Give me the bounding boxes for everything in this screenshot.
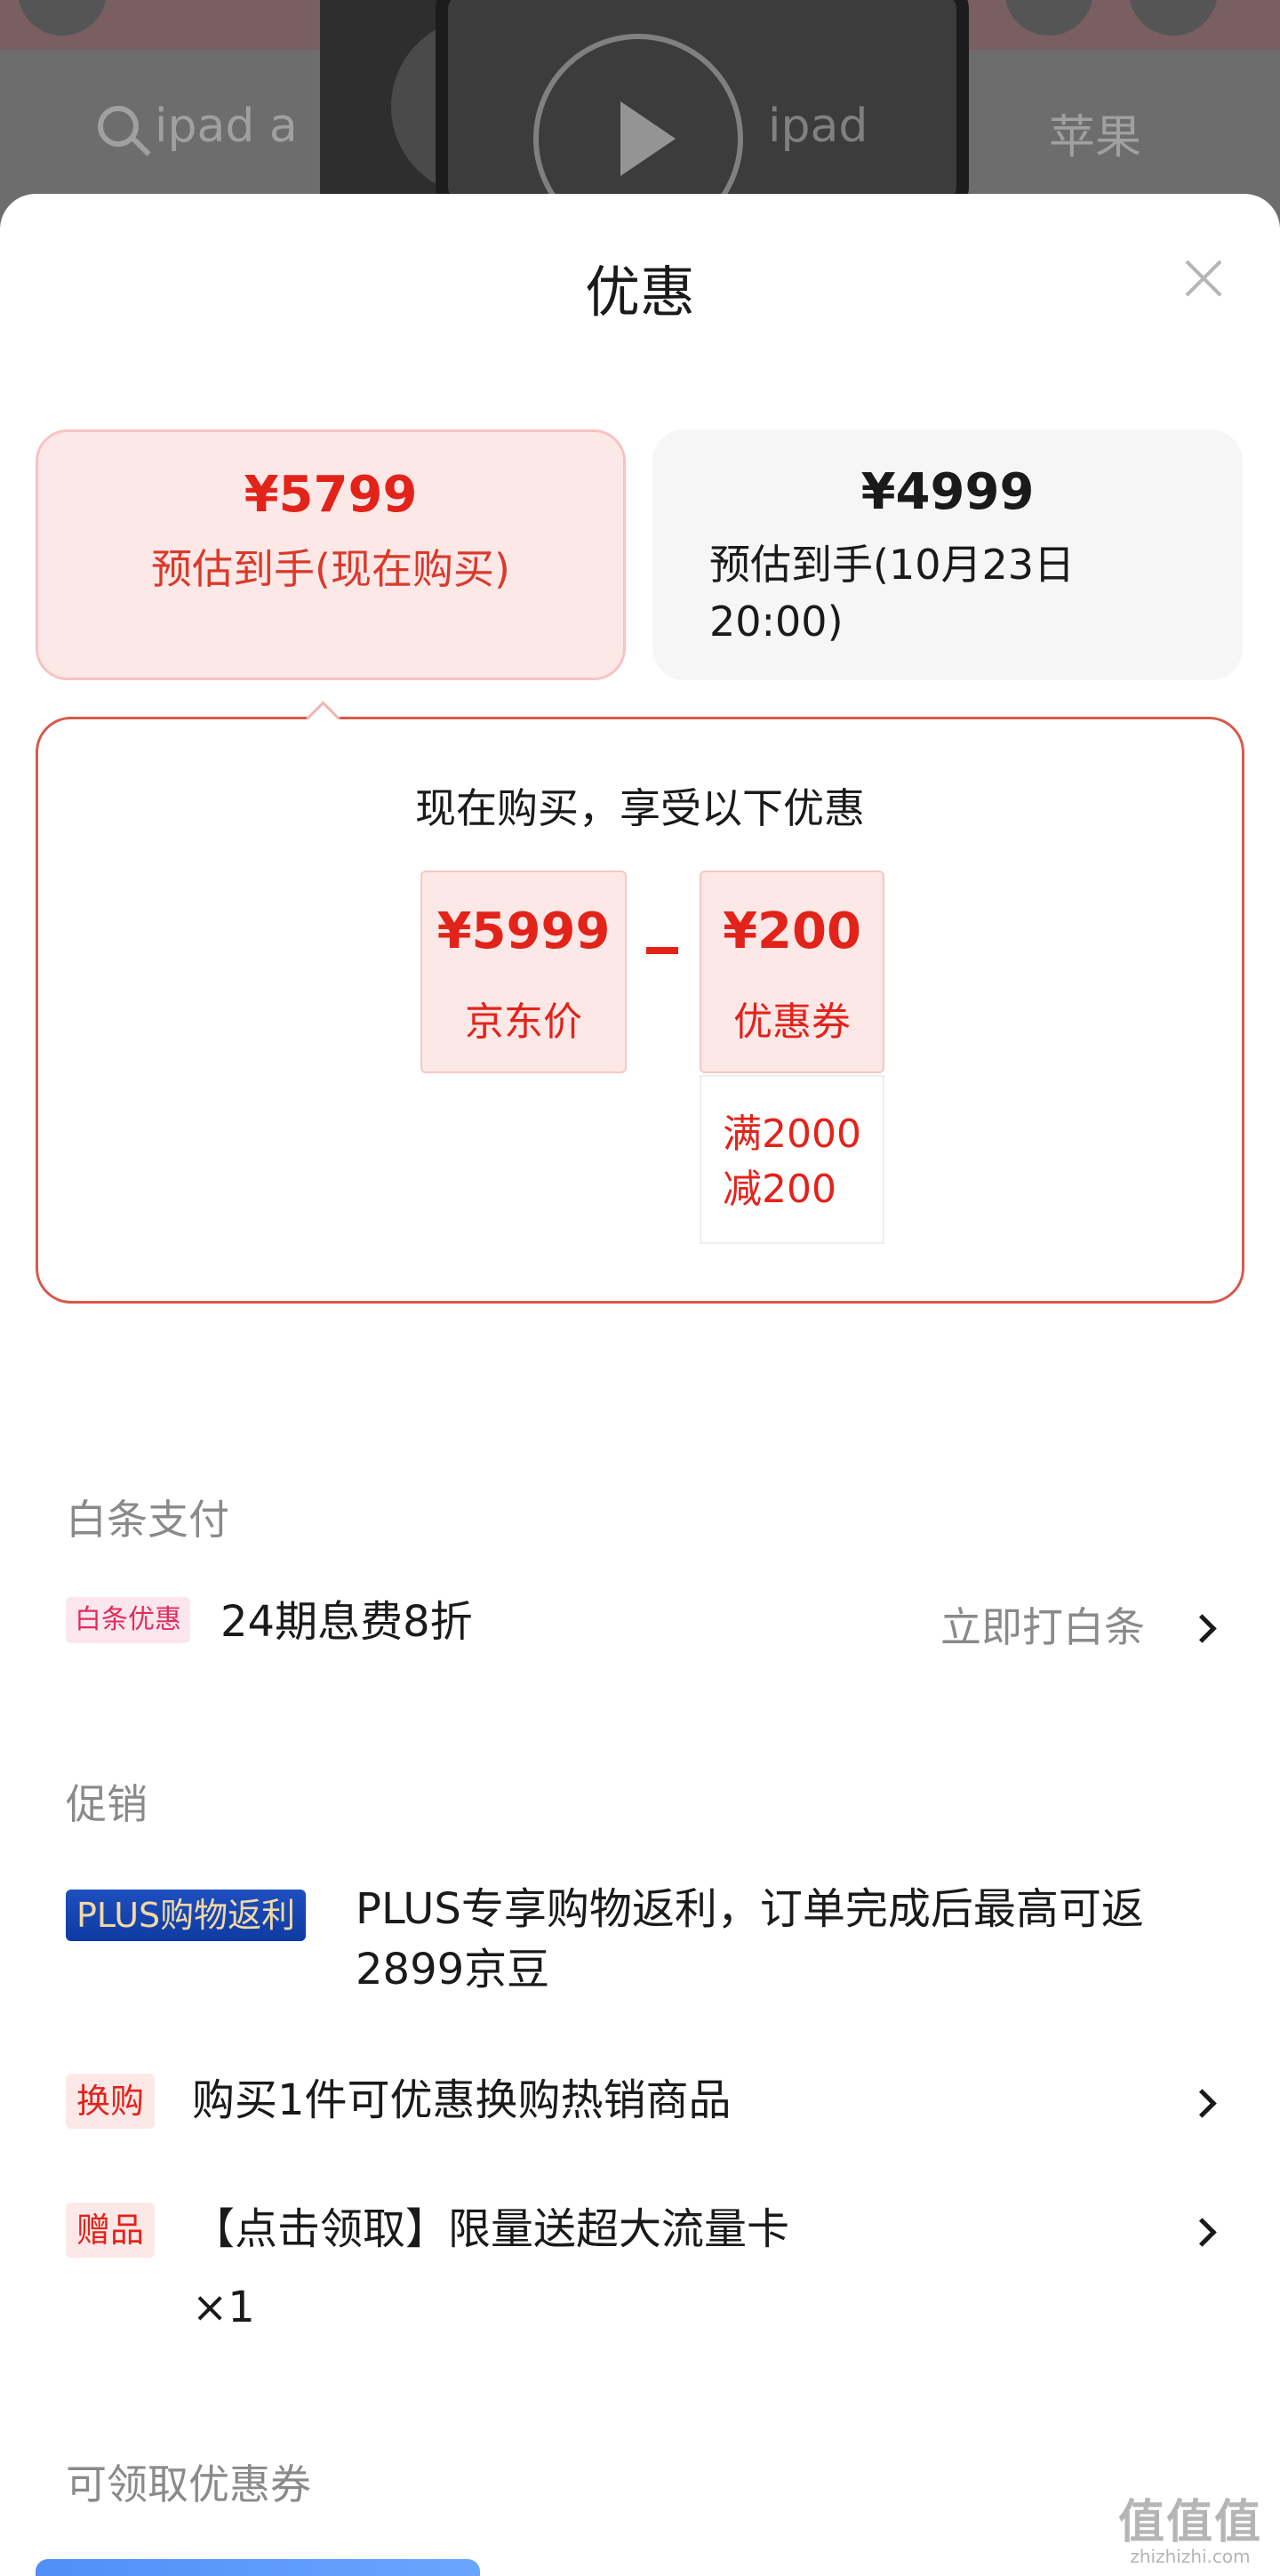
background-search-text: ipad a — [155, 100, 298, 153]
jd-price-box: ¥5999 京东价 — [420, 871, 627, 1073]
chevron-right-icon — [1188, 1614, 1217, 1643]
gift-tag: 赠品 — [66, 2203, 156, 2258]
baitiao-action[interactable]: 立即打白条 — [940, 1595, 1145, 1654]
coupons-header: 可领取优惠券 — [66, 2460, 311, 2508]
watermark-logo: 值值值 — [1117, 2496, 1262, 2549]
sheet-title: 优惠 — [584, 260, 695, 325]
close-icon[interactable] — [1177, 251, 1230, 304]
promo-item-gift[interactable]: 赠品 【点击领取】限量送超大流量卡 ×1 — [66, 2199, 1221, 2332]
search-icon — [98, 106, 139, 147]
discount-sheet: 优惠 ¥5799 预估到手(现在购买) ¥4999 预估到手(10月23日20:… — [0, 194, 1280, 2576]
price-option-now[interactable]: ¥5799 预估到手(现在购买) — [36, 429, 626, 680]
coupon-rule: 满2000 减200 — [700, 1075, 884, 1244]
option-price: ¥4999 — [860, 463, 1035, 521]
baitiao-text: 24期息费8折 — [220, 1597, 473, 1647]
jd-price-label: 京东价 — [465, 999, 582, 1045]
option-label: 预估到手(现在购买) — [151, 545, 510, 593]
promo-text-2: 2899京豆 — [356, 1945, 550, 1994]
exchange-tag: 换购 — [66, 2074, 156, 2129]
option-price: ¥5799 — [244, 466, 418, 524]
site-watermark: 值值值 zhizhizhi.com — [1118, 2484, 1262, 2567]
detail-title: 现在购买，享受以下优惠 — [415, 784, 865, 832]
promo-item-exchange[interactable]: 换购 购买1件可优惠换购热销商品 — [66, 2070, 1221, 2141]
promo-item-plus: PLUS购物返利 PLUS专享购物返利，订单完成后最高可返 2899京豆 — [66, 1879, 1221, 2003]
minus-icon — [646, 947, 678, 954]
baitiao-header: 白条支付 — [66, 1496, 229, 1544]
background-tab-apple: 苹果 — [1049, 111, 1142, 165]
coupon-box: ¥200 优惠券 — [700, 871, 884, 1073]
promo-header: 促销 — [66, 1780, 148, 1828]
background-tab-ipad: ipad — [768, 100, 868, 153]
watermark-url: zhizhizhi.com — [1130, 2546, 1251, 2567]
background-search: ipad a — [98, 100, 298, 153]
jd-price-value: ¥5999 — [436, 903, 611, 960]
baitiao-row[interactable]: 白条优惠 24期息费8折 立即打白条 — [66, 1592, 1221, 1663]
coupon-label: 优惠券 — [733, 999, 851, 1045]
promo-text: 购买1件可优惠换购热销商品 — [192, 2075, 732, 2125]
promo-text: PLUS专享购物返利，订单完成后最高可返 — [356, 1884, 1144, 1934]
discount-detail-panel: 现在购买，享受以下优惠 ¥5999 京东价 ¥200 优惠券 满2000 减20… — [36, 717, 1244, 1304]
promo-text-2: ×1 — [192, 2283, 255, 2332]
coupon-rule-line1: 满2000 — [723, 1111, 861, 1157]
coupon-rule-line2: 减200 — [723, 1167, 836, 1212]
plus-tag: PLUS购物返利 — [66, 1890, 307, 1941]
chevron-right-icon — [1188, 2089, 1217, 2118]
baitiao-tag: 白条优惠 — [66, 1597, 190, 1643]
coupon-value: ¥200 — [723, 903, 861, 960]
chevron-right-icon — [1188, 2218, 1217, 2247]
coupon-card-edge[interactable] — [36, 2559, 480, 2576]
option-label: 预估到手(10月23日20:00) — [709, 541, 1076, 646]
promo-text: 【点击领取】限量送超大流量卡 — [192, 2204, 790, 2254]
price-option-later[interactable]: ¥4999 预估到手(10月23日20:00) — [652, 429, 1243, 680]
